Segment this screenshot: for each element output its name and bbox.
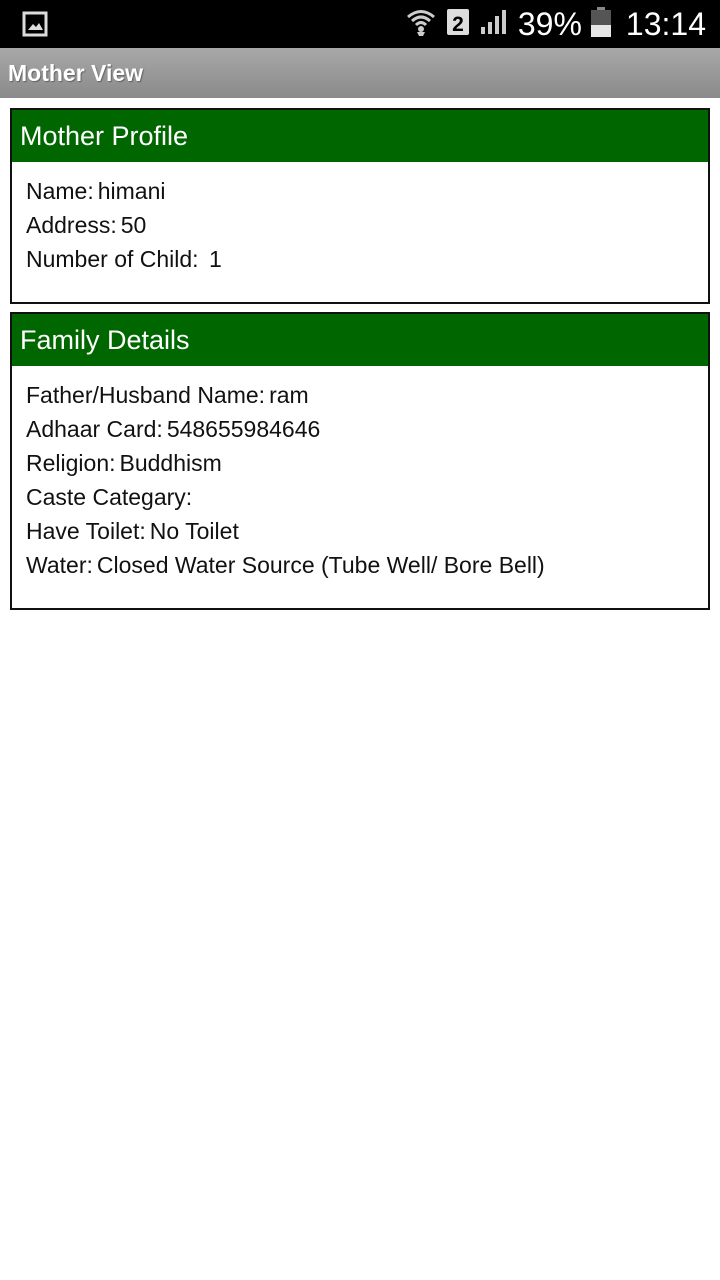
family-details-card: Family Details Father/Husband Name: ram A… [10,312,710,610]
caste-category-row: Caste Categary: [26,480,708,514]
status-bar: 2 39% 13:14 [0,0,720,48]
battery-icon [590,6,612,43]
page-title: Mother View [8,60,144,86]
father-husband-name-value: ram [269,382,309,408]
father-husband-name-row: Father/Husband Name: ram [26,378,708,412]
address-value: 50 [120,212,147,238]
adhaar-card-value: 548655984646 [166,416,321,442]
battery-percentage: 39% [517,6,582,42]
religion-label: Religion: [26,450,116,476]
have-toilet-label: Have Toilet: [26,518,146,544]
water-label: Water: [26,552,93,578]
family-details-body: Father/Husband Name: ram Adhaar Card: 5486… [12,366,708,582]
water-value: Closed Water Source (Tube Well/ Bore Bel… [96,552,545,578]
image-notification-icon [22,11,48,37]
sim-slot-icon: 2 [446,7,470,42]
have-toilet-row: Have Toilet: No Toilet [26,514,708,548]
father-husband-name-label: Father/Husband Name: [26,382,266,408]
number-of-child-value: 1 [202,246,222,272]
mother-profile-body: Name: himani Address: 50 Number of Child: … [12,162,708,276]
mother-profile-header: Mother Profile [12,110,708,162]
app-bar: Mother View [0,48,720,98]
family-details-header: Family Details [12,314,708,366]
religion-value: Buddhism [119,450,222,476]
caste-category-label: Caste Categary: [26,484,193,510]
address-label: Address: [26,212,117,238]
name-label: Name: [26,178,94,204]
have-toilet-value: No Toilet [149,518,239,544]
mother-profile-card: Mother Profile Name: himani Address: 50 Nu… [10,108,710,304]
address-row: Address: 50 [26,208,708,242]
sim-slot-number: 2 [452,13,464,36]
wifi-icon [406,7,436,42]
adhaar-card-label: Adhaar Card: [26,416,163,442]
status-indicators: 2 39% 13:14 [406,0,706,48]
adhaar-card-row: Adhaar Card: 548655984646 [26,412,708,446]
signal-strength-icon [480,9,508,40]
religion-row: Religion: Buddhism [26,446,708,480]
number-of-child-row: Number of Child: 1 [26,242,708,276]
name-row: Name: himani [26,174,708,208]
clock-time: 13:14 [625,6,706,42]
water-row: Water: Closed Water Source (Tube Well/ Bo… [26,548,708,582]
name-value: himani [97,178,166,204]
number-of-child-label: Number of Child: [26,246,199,272]
